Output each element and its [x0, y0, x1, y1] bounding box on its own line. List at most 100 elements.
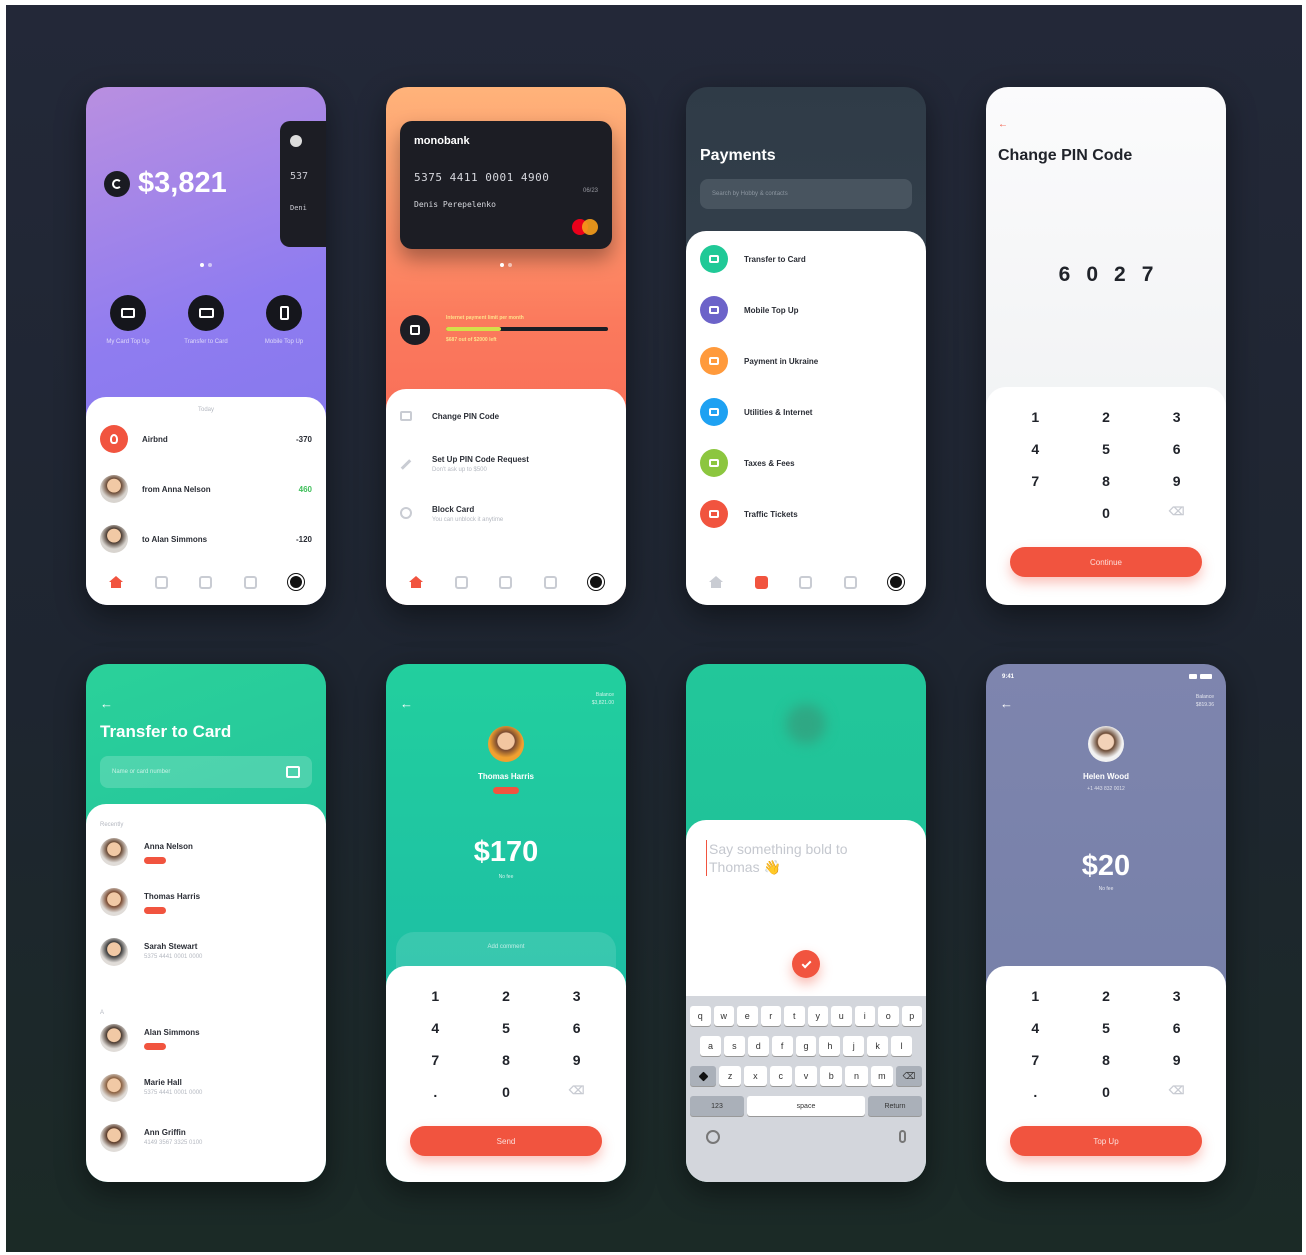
contact-row[interactable]: Thomas Harris	[100, 888, 312, 919]
keypad-key[interactable]: 7	[1000, 473, 1071, 489]
home-tab-icon[interactable]	[708, 574, 724, 590]
keyboard-key[interactable]: z	[719, 1066, 742, 1086]
send-button[interactable]: Send	[410, 1126, 602, 1156]
keypad-key[interactable]: 3	[1141, 988, 1212, 1004]
home-tab-icon[interactable]	[408, 574, 424, 590]
scan-icon[interactable]	[286, 766, 300, 778]
history-tab-icon[interactable]	[498, 574, 514, 590]
keyboard-key[interactable]: n	[845, 1066, 868, 1086]
contact-search-input[interactable]: Name or card number	[100, 756, 312, 788]
keyboard-key[interactable]: c	[769, 1066, 792, 1086]
keyboard-key[interactable]: e	[737, 1006, 758, 1026]
payment-option[interactable]: Utilities & Internet	[700, 398, 912, 426]
profile-tab-icon[interactable]	[887, 574, 904, 590]
keyboard-key[interactable]: a	[700, 1036, 721, 1056]
keyboard-key[interactable]: b	[820, 1066, 843, 1086]
keyboard-key[interactable]: d	[747, 1036, 769, 1056]
microphone-icon[interactable]	[899, 1130, 906, 1143]
confirm-button[interactable]	[792, 950, 820, 978]
keyboard-key[interactable]: p	[901, 1006, 922, 1026]
keyboard-key[interactable]: j	[843, 1036, 865, 1056]
transaction-row[interactable]: from Anna Nelson 460	[100, 475, 312, 503]
keypad-key[interactable]: 2	[1071, 988, 1142, 1004]
bank-card[interactable]: monobank 5375 4411 0001 4900 06/23 Denis…	[400, 121, 612, 249]
back-arrow-icon[interactable]: ←	[400, 696, 413, 711]
payment-option[interactable]: Taxes & Fees	[700, 449, 912, 477]
keypad-key[interactable]: 0	[471, 1084, 542, 1100]
space-key[interactable]: space	[747, 1096, 865, 1116]
payment-option[interactable]: Mobile Top Up	[700, 296, 912, 324]
keypad-key[interactable]: 5	[471, 1020, 542, 1036]
payments-search-input[interactable]: Search by Hobby & contacts	[700, 179, 912, 209]
backspace-key-icon[interactable]: ⌫	[541, 1084, 612, 1100]
backspace-key-icon[interactable]: ⌫	[1141, 1084, 1212, 1100]
contact-row[interactable]: Sarah Stewart 5375 4441 0001 0000	[100, 938, 312, 966]
cards-tab-icon[interactable]	[153, 574, 169, 590]
keypad-key[interactable]: 4	[1000, 1020, 1071, 1036]
keypad-key[interactable]: 3	[541, 988, 612, 1004]
keyboard-key[interactable]: q	[690, 1006, 711, 1026]
keypad-key[interactable]: .	[1000, 1084, 1071, 1100]
keyboard-key[interactable]: o	[878, 1006, 899, 1026]
keypad-key[interactable]: 1	[1000, 409, 1071, 425]
keyboard-key[interactable]: v	[794, 1066, 818, 1086]
back-arrow-icon[interactable]: ←	[100, 696, 113, 711]
menu-item-block-card[interactable]: Block Card You can unblock it anytime	[400, 505, 612, 523]
pager-dots[interactable]	[200, 263, 212, 267]
keypad-key[interactable]: 0	[1071, 505, 1142, 521]
menu-item-pin-request[interactable]: Set Up PIN Code Request Don't ask up to …	[400, 455, 612, 473]
keyboard-key[interactable]: f	[771, 1036, 793, 1056]
keypad-key[interactable]: 7	[400, 1052, 471, 1068]
history-tab-icon[interactable]	[798, 574, 814, 590]
keypad-key[interactable]: 4	[1000, 441, 1071, 457]
keypad-key[interactable]: 3	[1141, 409, 1212, 425]
keyboard-key[interactable]: g	[795, 1036, 817, 1056]
top-up-button[interactable]: Top Up	[1010, 1126, 1202, 1156]
transfer-card-action[interactable]: Transfer to Card	[176, 295, 236, 347]
history-tab-icon[interactable]	[198, 574, 214, 590]
keypad-key[interactable]: 4	[400, 1020, 471, 1036]
keypad-key[interactable]: 9	[541, 1052, 612, 1068]
keypad-key[interactable]: 1	[1000, 988, 1071, 1004]
keypad-key[interactable]: 9	[1141, 1052, 1212, 1068]
keypad-key[interactable]: 7	[1000, 1052, 1071, 1068]
payment-option[interactable]: Traffic Tickets	[700, 500, 912, 528]
keypad-key[interactable]: 9	[1141, 473, 1212, 489]
profile-tab-icon[interactable]	[587, 574, 604, 590]
backspace-key-icon[interactable]: ⌫	[1141, 505, 1212, 521]
keypad-key[interactable]: 5	[1071, 1020, 1142, 1036]
keypad-key[interactable]: 6	[1141, 1020, 1212, 1036]
keypad-key[interactable]: 2	[471, 988, 542, 1004]
keypad-key[interactable]: 8	[1071, 473, 1142, 489]
keypad-key[interactable]: 2	[1071, 409, 1142, 425]
back-arrow-icon[interactable]: ←	[1000, 696, 1013, 711]
keypad-key[interactable]: 0	[1071, 1084, 1142, 1100]
emoji-icon[interactable]	[706, 1130, 720, 1144]
cards-tab-icon[interactable]	[453, 574, 469, 590]
message-input[interactable]: Say something bold to Thomas 👋	[706, 840, 876, 877]
keyboard-key[interactable]: h	[819, 1036, 841, 1056]
transaction-row[interactable]: Airbnd -370	[100, 425, 312, 453]
back-arrow-icon[interactable]: ←	[998, 119, 1008, 130]
keyboard-key[interactable]: y	[807, 1006, 828, 1026]
keyboard-key[interactable]: x	[744, 1066, 767, 1086]
contact-row[interactable]: Anna Nelson	[100, 838, 312, 869]
keyboard-key[interactable]: t	[784, 1006, 805, 1026]
contact-row[interactable]: Alan Simmons	[100, 1024, 312, 1055]
backspace-key[interactable]: ⌫	[896, 1066, 922, 1086]
keypad-key[interactable]: 6	[541, 1020, 612, 1036]
contact-row[interactable]: Marie Hall 5375 4441 0001 0000	[100, 1074, 312, 1102]
keypad-key[interactable]: 1	[400, 988, 471, 1004]
payment-option[interactable]: Transfer to Card	[700, 245, 912, 273]
bank-tab-icon[interactable]	[843, 574, 859, 590]
keypad-key[interactable]: 8	[471, 1052, 542, 1068]
pager-dots[interactable]	[500, 263, 512, 267]
keyboard-key[interactable]: i	[854, 1006, 875, 1026]
keypad-key[interactable]: .	[400, 1084, 471, 1100]
bank-tab-icon[interactable]	[543, 574, 559, 590]
keypad-key[interactable]: 5	[1071, 441, 1142, 457]
numbers-key[interactable]: 123	[690, 1096, 744, 1116]
keyboard-key[interactable]: r	[760, 1006, 781, 1026]
keyboard-key[interactable]: m	[870, 1066, 893, 1086]
continue-button[interactable]: Continue	[1010, 547, 1202, 577]
